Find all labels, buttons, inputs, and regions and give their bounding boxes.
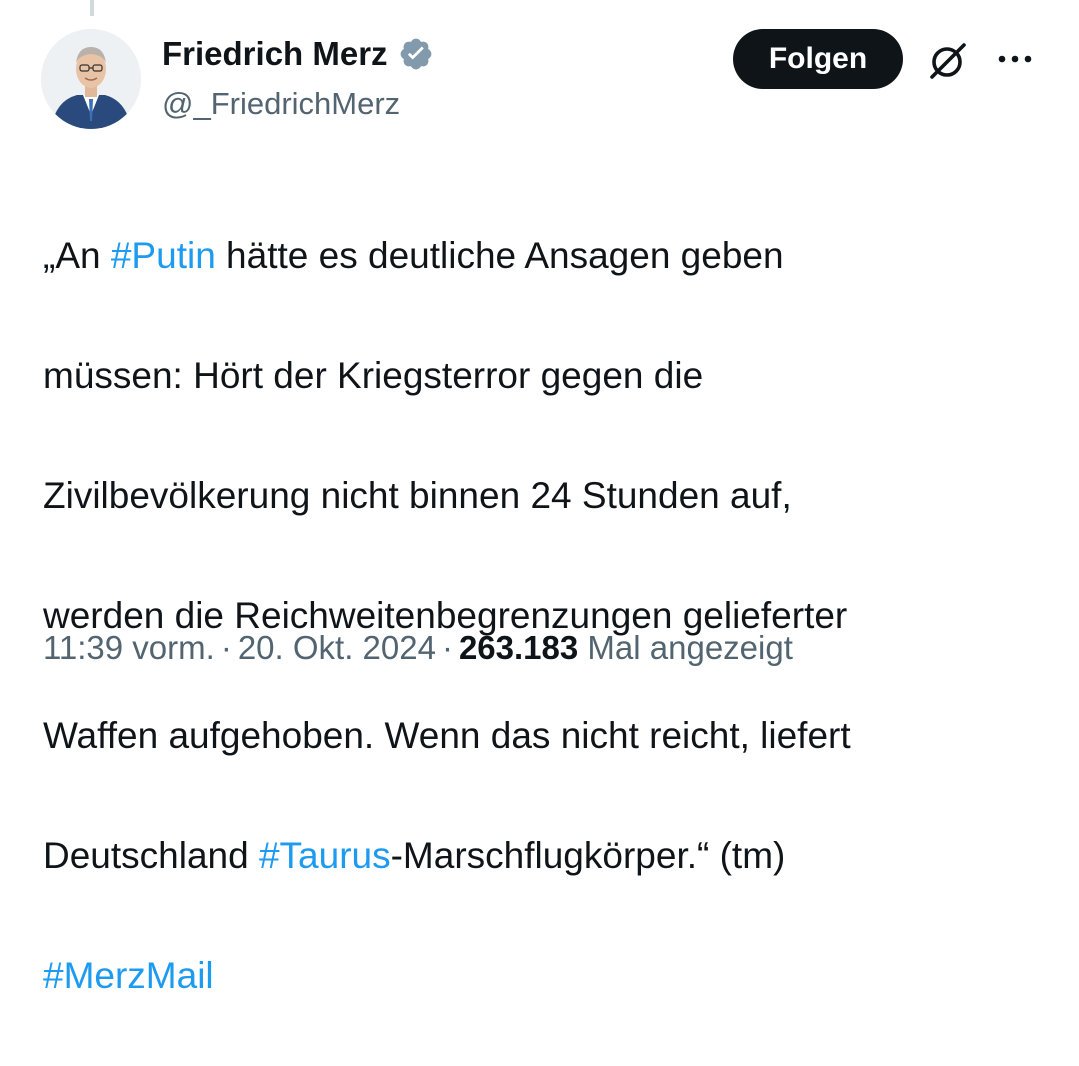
tweet-date[interactable]: 20. Okt. 2024 — [238, 629, 436, 666]
text-segment: Waffen aufgehoben. Wenn das nicht reicht… — [43, 715, 851, 756]
thread-connector-line — [90, 0, 94, 16]
tweet-meta: 11:39 vorm. · 20. Okt. 2024 · 263.183 Mal an… — [43, 626, 793, 670]
tweet-line: Waffen aufgehoben. Wenn das nicht reicht… — [43, 706, 1053, 766]
hashtag-link-merzmail[interactable]: #MerzMail — [43, 955, 214, 996]
tweet-line: Deutschland #Taurus-Marschflugkörper.“ (… — [43, 826, 1053, 886]
meta-separator: · — [220, 629, 232, 666]
avatar-photo — [41, 29, 141, 129]
follow-button[interactable]: Folgen — [733, 29, 903, 89]
text-segment: müssen: Hört der Kriegsterror gegen die — [43, 355, 704, 396]
grok-slash-circle-icon[interactable] — [926, 39, 970, 83]
text-segment: „An — [43, 235, 111, 276]
hashtag-link-taurus[interactable]: #Taurus — [259, 835, 391, 876]
tweet-time[interactable]: 11:39 vorm. — [43, 629, 215, 666]
tweet-line: „An #Putin hätte es deutliche Ansagen ge… — [43, 226, 1053, 286]
verified-badge-icon[interactable] — [398, 36, 434, 72]
tweet-line: Zivilbevölkerung nicht binnen 24 Stunden… — [43, 466, 1053, 526]
more-dots-icon[interactable] — [997, 52, 1033, 66]
avatar[interactable] — [41, 29, 141, 129]
meta-separator: · — [441, 629, 453, 666]
tweet-text: „An #Putin hätte es deutliche Ansagen ge… — [43, 166, 1053, 1066]
text-segment: hätte es deutliche Ansagen geben — [215, 235, 784, 276]
author-name[interactable]: Friedrich Merz — [162, 34, 388, 74]
hashtag-link-putin[interactable]: #Putin — [111, 235, 216, 276]
tweet-line: #MerzMail — [43, 946, 1053, 1006]
views-count: 263.183 — [458, 629, 579, 666]
text-segment: Deutschland — [43, 835, 259, 876]
author-handle[interactable]: @_FriedrichMerz — [162, 84, 400, 124]
views-label: Mal angezeigt — [587, 629, 793, 666]
tweet-line: müssen: Hört der Kriegsterror gegen die — [43, 346, 1053, 406]
text-segment: -Marschflugkörper.“ (tm) — [390, 835, 786, 876]
text-segment: Zivilbevölkerung nicht binnen 24 Stunden… — [43, 475, 792, 516]
author-name-row: Friedrich Merz — [162, 34, 434, 74]
